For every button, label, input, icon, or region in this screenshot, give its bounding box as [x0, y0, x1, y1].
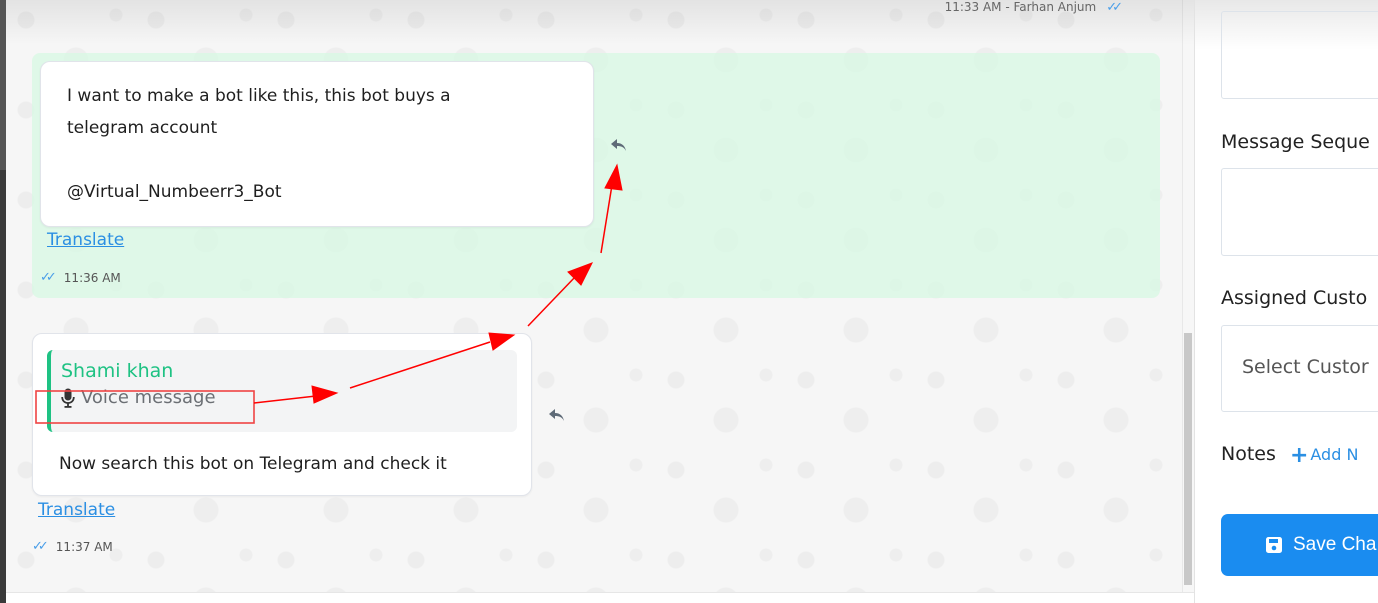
reply-quote[interactable]: Shami khan Voice message [47, 350, 517, 432]
contact-details-panel: Message Seque Assigned Custo Select Cust… [1194, 0, 1378, 603]
translate-link[interactable]: Translate [47, 230, 124, 250]
message-time: 11:37 AM [55, 539, 113, 554]
notes-row: Notes + Add N [1221, 443, 1358, 468]
message-line: @Virtual_Numbeerr3_Bot [67, 182, 282, 202]
translate-link[interactable]: Translate [38, 500, 115, 520]
reply-preview: Voice message [61, 384, 507, 412]
message-status: ✓✓ 11:37 AM [32, 539, 113, 554]
message-bubble: Shami khan Voice message Now search this… [32, 333, 532, 496]
message-line: I want to make a bot like this, this bot… [67, 86, 451, 106]
previous-message-meta: 11:33 AM - Farhan Anjum ✓✓ [944, 0, 1123, 15]
message-line: telegram account [67, 118, 218, 138]
save-button-label: Save Cha [1293, 534, 1377, 555]
assigned-customer-placeholder: Select Custor [1242, 356, 1369, 378]
previous-message-time-sender: 11:33 AM - Farhan Anjum [944, 0, 1097, 14]
message-status: ✓✓ 11:36 AM [40, 270, 121, 285]
double-check-icon: ✓✓ [32, 539, 49, 554]
reply-icon[interactable] [548, 408, 566, 422]
message-sequence-label: Message Seque [1221, 131, 1370, 153]
microphone-icon [61, 388, 75, 408]
add-note-link[interactable]: + Add N [1290, 443, 1359, 468]
chat-pane: 11:33 AM - Farhan Anjum ✓✓ I want to mak… [6, 0, 1194, 592]
top-text-field[interactable] [1221, 11, 1378, 99]
chat-footer-divider [6, 592, 1194, 603]
add-note-label: Add N [1310, 445, 1359, 464]
save-floppy-icon [1266, 537, 1282, 553]
message-time: 11:36 AM [63, 270, 121, 285]
assigned-customer-select[interactable]: Select Custor [1221, 325, 1378, 412]
message-text: Now search this bot on Telegram and chec… [59, 454, 447, 474]
plus-icon: + [1289, 443, 1309, 468]
save-changes-button[interactable]: Save Cha [1221, 514, 1378, 576]
double-check-icon: ✓✓ [1106, 0, 1123, 15]
notes-label: Notes [1221, 443, 1276, 465]
reply-preview-text: Voice message [81, 387, 216, 408]
chat-scrollbar-thumb[interactable] [1184, 333, 1192, 585]
reply-sender-name: Shami khan [61, 360, 174, 382]
reply-icon[interactable] [610, 138, 628, 152]
double-check-icon: ✓✓ [40, 270, 57, 285]
message-sequence-field[interactable] [1221, 168, 1378, 256]
assigned-customer-label: Assigned Custo [1221, 287, 1368, 309]
message-bubble: I want to make a bot like this, this bot… [40, 61, 594, 227]
